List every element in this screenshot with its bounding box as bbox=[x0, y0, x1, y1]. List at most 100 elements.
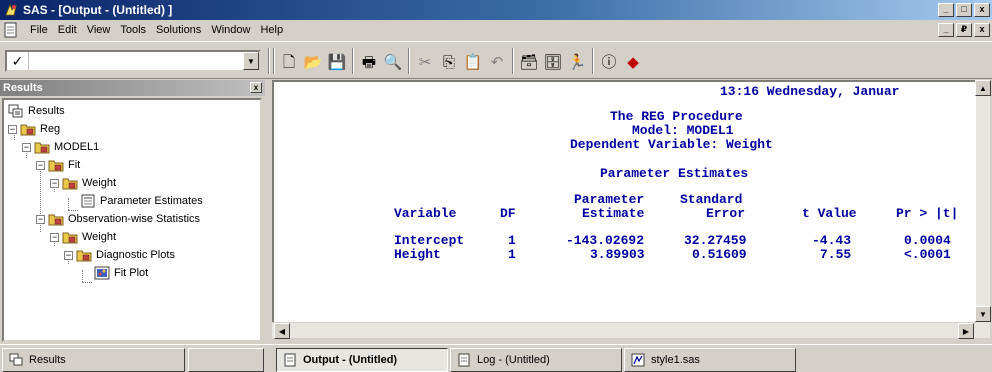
output-pane[interactable]: 13:16 Wednesday, Januar The REG Procedur… bbox=[272, 80, 988, 338]
collapse-icon[interactable]: − bbox=[36, 160, 45, 170]
title-bar[interactable]: SAS - [Output - (Untitled) ] _ □ x bbox=[0, 0, 992, 20]
collapse-icon[interactable]: − bbox=[36, 214, 45, 224]
undo-icon[interactable]: ↶ bbox=[486, 52, 508, 72]
scroll-right-button[interactable]: ▶ bbox=[958, 323, 974, 339]
mdi-restore-button[interactable]: ₽ bbox=[956, 23, 972, 37]
chevron-down-icon[interactable]: ▼ bbox=[243, 52, 259, 70]
libraries-icon[interactable]: 🗄 bbox=[542, 52, 564, 72]
toolbar-separator bbox=[268, 48, 270, 74]
folder-icon bbox=[34, 140, 50, 154]
tree-connector bbox=[68, 198, 69, 210]
tree-node-reg[interactable]: − Reg bbox=[8, 120, 60, 138]
collapse-icon[interactable]: − bbox=[8, 124, 17, 134]
tree-node-label: Fit bbox=[68, 159, 81, 171]
folder-icon bbox=[76, 248, 92, 262]
menu-solutions[interactable]: Solutions bbox=[151, 21, 206, 39]
document-icon[interactable] bbox=[3, 22, 19, 38]
results-icon bbox=[9, 353, 23, 367]
tree-node-parameter-estimates[interactable]: Parameter Estimates bbox=[80, 192, 203, 210]
tree-node-label: Diagnostic Plots bbox=[96, 249, 175, 261]
close-icon[interactable]: x bbox=[250, 82, 262, 93]
collapse-icon[interactable]: − bbox=[50, 178, 59, 188]
help-icon[interactable]: ⓘ bbox=[598, 52, 620, 72]
cut-icon[interactable]: ✂ bbox=[414, 52, 436, 72]
collapse-icon[interactable]: − bbox=[22, 142, 31, 152]
col-header-estimate: Estimate bbox=[582, 206, 645, 221]
collapse-icon[interactable]: − bbox=[50, 232, 59, 242]
folder-icon bbox=[62, 230, 78, 244]
tree-node-diagnostic-plots[interactable]: − Diagnostic Plots bbox=[64, 246, 175, 264]
window-bar: Results Output - (Untitled) Log - (Untit… bbox=[0, 344, 992, 372]
menu-window[interactable]: Window bbox=[206, 21, 255, 39]
explorer-icon[interactable]: 🗃 bbox=[518, 52, 540, 72]
menu-tools[interactable]: Tools bbox=[115, 21, 151, 39]
tab-program-editor[interactable]: style1.sas bbox=[624, 348, 796, 372]
horizontal-scrollbar[interactable]: ◀ ▶ bbox=[272, 322, 976, 339]
table-cell: -4.43 bbox=[812, 233, 852, 248]
table-cell: 0.0004 bbox=[904, 233, 951, 248]
table-cell: 1 bbox=[508, 233, 516, 248]
open-icon[interactable]: 📂 bbox=[302, 52, 324, 72]
scroll-up-button[interactable]: ▲ bbox=[975, 80, 991, 96]
folder-icon bbox=[62, 176, 78, 190]
bookmark-icon[interactable]: ◆ bbox=[622, 52, 644, 72]
save-icon[interactable]: 💾 bbox=[326, 52, 348, 72]
results-tab[interactable]: Results bbox=[2, 348, 185, 372]
print-icon[interactable]: 🖶 bbox=[358, 52, 380, 72]
col-header-error-line1: Standard bbox=[680, 192, 743, 207]
tab-output[interactable]: Output - (Untitled) bbox=[276, 348, 448, 372]
table-cell: Height bbox=[394, 247, 441, 262]
menu-edit[interactable]: Edit bbox=[53, 21, 82, 39]
tab-label: Log - (Untitled) bbox=[477, 354, 550, 366]
col-header-variable: Variable bbox=[394, 206, 457, 221]
tree-node-fit[interactable]: − Fit bbox=[36, 156, 80, 174]
copy-icon[interactable]: ⎘ bbox=[438, 52, 460, 72]
tab-log[interactable]: Log - (Untitled) bbox=[450, 348, 622, 372]
command-input[interactable] bbox=[29, 52, 243, 70]
tree-node-results[interactable]: Results bbox=[8, 102, 65, 120]
table-cell: 7.55 bbox=[820, 247, 852, 262]
results-tree: Results − Reg − MODEL1 − Fit − Weight Pa… bbox=[2, 98, 262, 342]
results-pane-title: Results bbox=[3, 82, 43, 94]
menu-help[interactable]: Help bbox=[255, 21, 288, 39]
tree-node-weight-obs[interactable]: − Weight bbox=[50, 228, 116, 246]
menu-bar: File Edit View Tools Solutions Window He… bbox=[0, 20, 992, 40]
toolbar-separator bbox=[352, 48, 354, 74]
tree-node-model1[interactable]: − MODEL1 bbox=[22, 138, 99, 156]
menu-view[interactable]: View bbox=[82, 21, 116, 39]
tree-node-label: Results bbox=[28, 105, 65, 117]
toolbar-separator bbox=[273, 48, 275, 74]
tree-node-label: Weight bbox=[82, 177, 117, 189]
tree-node-observation-wise-statistics[interactable]: − Observation-wise Statistics bbox=[36, 210, 200, 228]
col-header-df: DF bbox=[500, 206, 516, 221]
print-preview-icon[interactable]: 🔍 bbox=[382, 52, 404, 72]
vertical-scrollbar[interactable]: ▲ ▼ bbox=[975, 80, 991, 338]
tree-connector bbox=[82, 282, 92, 283]
scroll-left-button[interactable]: ◀ bbox=[274, 323, 290, 339]
results-tab-spacer bbox=[188, 348, 264, 372]
output-section-title: Parameter Estimates bbox=[600, 166, 749, 181]
menu-file[interactable]: File bbox=[25, 21, 53, 39]
paste-icon[interactable]: 📋 bbox=[462, 52, 484, 72]
mdi-minimize-button[interactable]: _ bbox=[938, 23, 954, 37]
close-button[interactable]: x bbox=[974, 3, 990, 17]
new-icon[interactable]: 🗋 bbox=[278, 52, 300, 72]
maximize-button[interactable]: □ bbox=[956, 3, 972, 17]
mdi-close-button[interactable]: x bbox=[974, 23, 990, 37]
submit-icon[interactable]: 🏃 bbox=[566, 52, 588, 72]
table-cell: <.0001 bbox=[904, 247, 951, 262]
results-tab-label: Results bbox=[29, 354, 66, 366]
tree-node-label: Reg bbox=[40, 123, 61, 135]
table-cell: Intercept bbox=[394, 233, 465, 248]
tree-node-weight-fit[interactable]: − Weight bbox=[50, 174, 116, 192]
scroll-down-button[interactable]: ▼ bbox=[975, 306, 991, 322]
document-icon bbox=[283, 353, 297, 367]
toolbar-separator bbox=[408, 48, 410, 74]
checkmark-icon[interactable]: ✓ bbox=[7, 52, 29, 70]
minimize-button[interactable]: _ bbox=[938, 3, 954, 17]
results-icon bbox=[8, 104, 24, 118]
collapse-icon[interactable]: − bbox=[64, 250, 73, 260]
tree-node-fit-plot[interactable]: Fit Plot bbox=[94, 264, 148, 282]
tab-label: Output - (Untitled) bbox=[303, 354, 398, 366]
tree-node-label: Weight bbox=[82, 231, 117, 243]
